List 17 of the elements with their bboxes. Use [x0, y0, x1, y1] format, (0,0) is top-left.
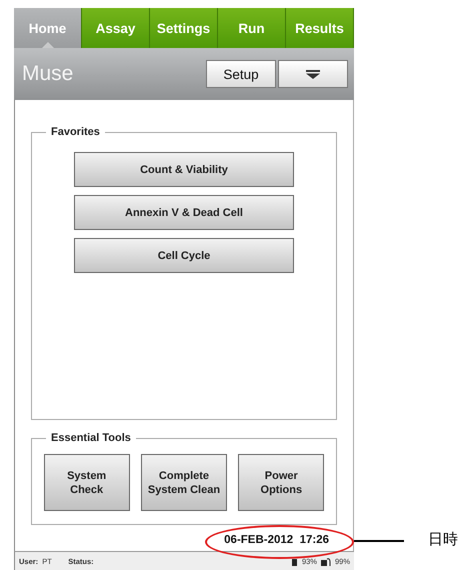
group-title: Favorites — [50, 126, 101, 138]
dropdown-icon — [306, 70, 320, 78]
tool-button[interactable]: System Check — [44, 454, 130, 511]
favorite-button[interactable]: Cell Cycle — [74, 238, 294, 273]
tool-button[interactable]: Complete System Clean — [140, 454, 227, 511]
setup-button[interactable]: Setup — [206, 60, 276, 88]
tool-button[interactable]: Power Options — [238, 454, 324, 511]
menu-button[interactable] — [278, 60, 348, 88]
group-title: Essential Tools — [50, 432, 132, 444]
favorite-button[interactable]: Annexin V & Dead Cell — [74, 195, 294, 230]
app-title: Muse — [22, 62, 74, 86]
bottle-icon — [320, 556, 331, 566]
bin-icon — [290, 556, 298, 566]
favorite-button[interactable]: Count & Viability — [74, 152, 294, 187]
callout-label: 日時 — [428, 530, 458, 549]
leader-line — [354, 540, 404, 542]
date-time: 06-FEB-2012 17:26 — [224, 534, 329, 548]
